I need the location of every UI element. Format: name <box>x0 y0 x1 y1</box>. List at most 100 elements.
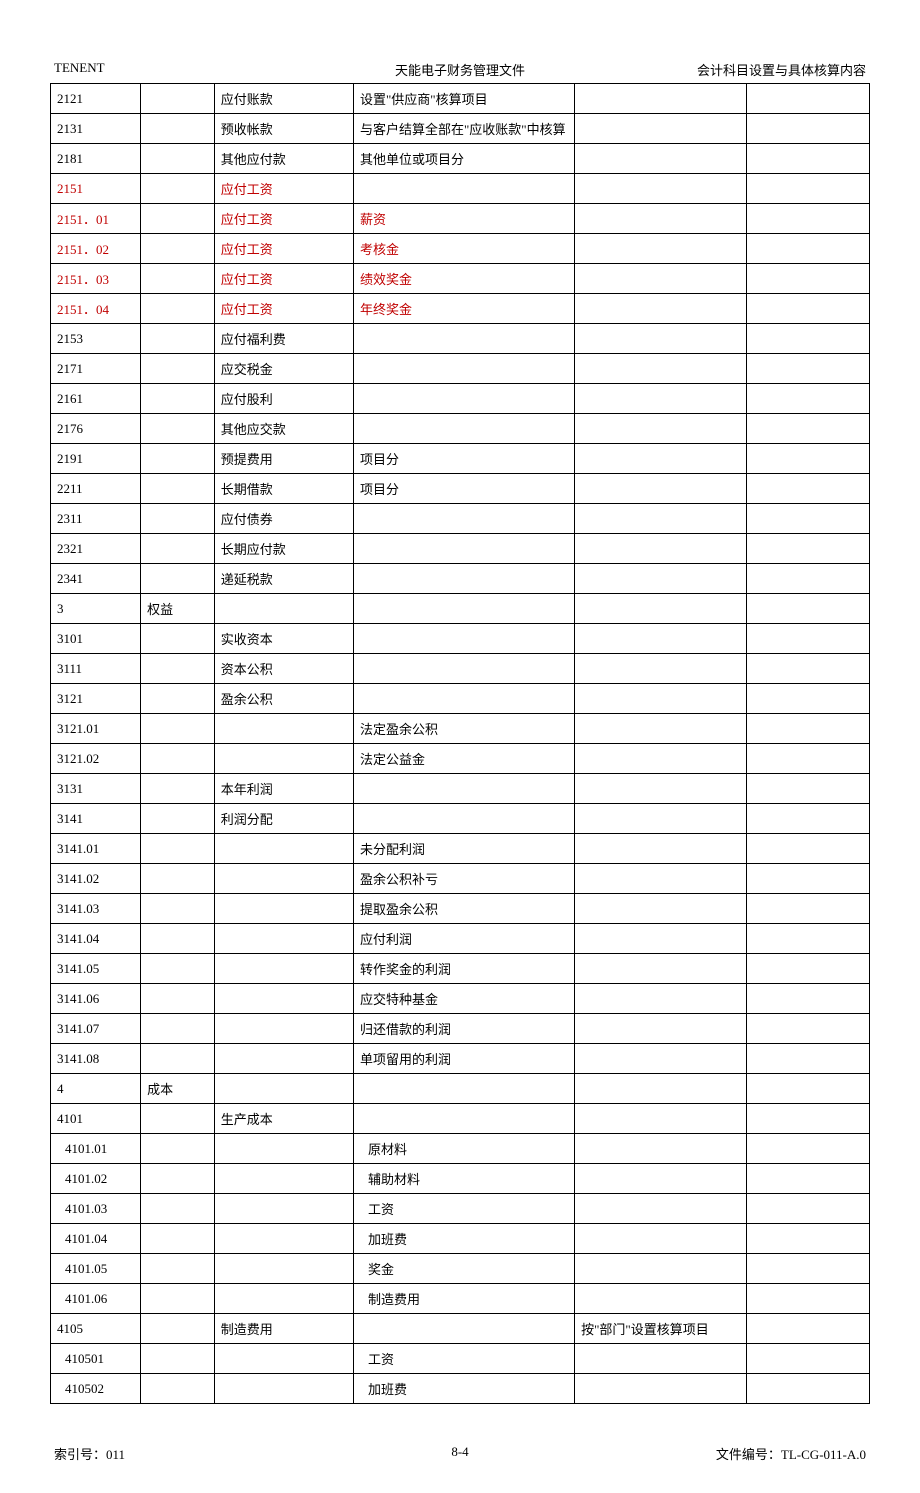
cell-code: 3141.06 <box>51 984 141 1014</box>
cell-code: 3121.02 <box>51 744 141 774</box>
cell-note <box>575 684 747 714</box>
cell-detail: 原材料 <box>354 1134 575 1164</box>
cell-blank <box>747 114 870 144</box>
cell-blank <box>747 1344 870 1374</box>
cell-blank <box>747 504 870 534</box>
cell-detail <box>354 1104 575 1134</box>
cell-code: 3141.04 <box>51 924 141 954</box>
cell-detail <box>354 624 575 654</box>
cell-name <box>214 984 353 1014</box>
table-row: 2151．04应付工资年终奖金 <box>51 294 870 324</box>
cell-category <box>141 504 215 534</box>
cell-detail: 其他单位或项目分 <box>354 144 575 174</box>
cell-name <box>214 1374 353 1404</box>
cell-note <box>575 654 747 684</box>
cell-detail: 工资 <box>354 1344 575 1374</box>
footer-left: 索引号：011 <box>54 1444 325 1463</box>
cell-name: 制造费用 <box>214 1314 353 1344</box>
cell-category <box>141 84 215 114</box>
cell-code: 3141.07 <box>51 1014 141 1044</box>
cell-category <box>141 114 215 144</box>
cell-note <box>575 714 747 744</box>
table-row: 2311应付债券 <box>51 504 870 534</box>
cell-blank <box>747 1014 870 1044</box>
cell-name: 长期应付款 <box>214 534 353 564</box>
cell-note <box>575 144 747 174</box>
cell-note <box>575 264 747 294</box>
cell-note <box>575 894 747 924</box>
cell-blank <box>747 1314 870 1344</box>
cell-category <box>141 894 215 924</box>
cell-note <box>575 174 747 204</box>
cell-blank <box>747 774 870 804</box>
cell-category <box>141 324 215 354</box>
cell-note <box>575 534 747 564</box>
cell-detail <box>354 654 575 684</box>
cell-detail: 年终奖金 <box>354 294 575 324</box>
cell-code: 4101.01 <box>51 1134 141 1164</box>
cell-category <box>141 354 215 384</box>
cell-category <box>141 1014 215 1044</box>
table-row: 410501工资 <box>51 1344 870 1374</box>
cell-blank <box>747 864 870 894</box>
cell-detail <box>354 684 575 714</box>
cell-category <box>141 384 215 414</box>
cell-blank <box>747 174 870 204</box>
table-row: 4101生产成本 <box>51 1104 870 1134</box>
table-row: 4101.04 加班费 <box>51 1224 870 1254</box>
cell-name: 利润分配 <box>214 804 353 834</box>
cell-name: 应付工资 <box>214 264 353 294</box>
cell-code: 3131 <box>51 774 141 804</box>
cell-detail: 绩效奖金 <box>354 264 575 294</box>
cell-name <box>214 744 353 774</box>
cell-blank <box>747 1164 870 1194</box>
table-row: 2211长期借款项目分 <box>51 474 870 504</box>
cell-category <box>141 174 215 204</box>
cell-name <box>214 1014 353 1044</box>
cell-detail: 加班费 <box>354 1224 575 1254</box>
cell-blank <box>747 1224 870 1254</box>
cell-code: 4101.05 <box>51 1254 141 1284</box>
cell-name <box>214 894 353 924</box>
table-row: 2341递延税款 <box>51 564 870 594</box>
cell-note <box>575 864 747 894</box>
cell-note <box>575 984 747 1014</box>
cell-code: 4101.04 <box>51 1224 141 1254</box>
cell-code: 2181 <box>51 144 141 174</box>
cell-note <box>575 744 747 774</box>
cell-code: 4 <box>51 1074 141 1104</box>
cell-blank <box>747 1074 870 1104</box>
table-row: 4101.02辅助材料 <box>51 1164 870 1194</box>
table-row: 3141利润分配 <box>51 804 870 834</box>
cell-code: 2121 <box>51 84 141 114</box>
cell-note <box>575 774 747 804</box>
cell-code: 2151 <box>51 174 141 204</box>
cell-note <box>575 834 747 864</box>
cell-category <box>141 144 215 174</box>
cell-name: 资本公积 <box>214 654 353 684</box>
cell-blank <box>747 1194 870 1224</box>
cell-blank <box>747 1284 870 1314</box>
cell-detail: 考核金 <box>354 234 575 264</box>
cell-name: 生产成本 <box>214 1104 353 1134</box>
cell-blank <box>747 204 870 234</box>
cell-category <box>141 1194 215 1224</box>
cell-note: 按"部门"设置核算项目 <box>575 1314 747 1344</box>
cell-blank <box>747 444 870 474</box>
cell-blank <box>747 84 870 114</box>
cell-category <box>141 1374 215 1404</box>
cell-name <box>214 1194 353 1224</box>
cell-name <box>214 714 353 744</box>
cell-name: 应付债券 <box>214 504 353 534</box>
table-row: 2121应付账款设置"供应商"核算项目 <box>51 84 870 114</box>
cell-category <box>141 1284 215 1314</box>
cell-note <box>575 294 747 324</box>
cell-name: 应付工资 <box>214 204 353 234</box>
cell-note <box>575 354 747 384</box>
cell-blank <box>747 1254 870 1284</box>
cell-code: 2171 <box>51 354 141 384</box>
cell-name <box>214 864 353 894</box>
cell-blank <box>747 414 870 444</box>
cell-blank <box>747 264 870 294</box>
table-row: 4101.05奖金 <box>51 1254 870 1284</box>
